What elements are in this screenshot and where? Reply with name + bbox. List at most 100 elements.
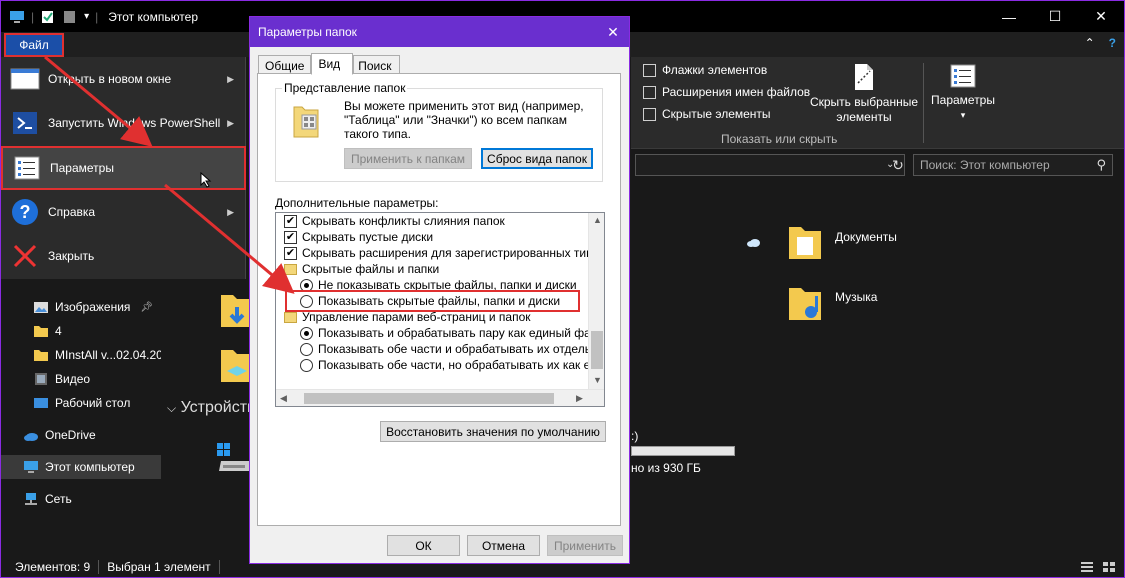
reset-folders-button[interactable]: Сброс вида папок [481, 148, 593, 169]
music-folder-icon[interactable] [787, 284, 823, 324]
documents-folder-icon[interactable] [787, 223, 823, 263]
radio-button[interactable] [300, 342, 313, 356]
mouse-cursor-icon [200, 172, 212, 188]
tree-item-hide-extensions[interactable]: ✔ Скрывать расширения для зарегистрирован… [284, 245, 604, 261]
nav-item-minstall[interactable]: MInstAll v...02.04.201 [1, 343, 161, 367]
scroll-left-icon[interactable]: ◀ [280, 393, 287, 404]
close-x-icon [13, 244, 37, 268]
folder-icon [284, 311, 297, 323]
selected-count: Выбран 1 элемент [107, 560, 211, 574]
folder-views-group: Представление папок Вы можете применить … [275, 81, 603, 182]
checkbox[interactable] [643, 63, 656, 77]
folder-icon [34, 350, 48, 361]
large-icons-view-icon[interactable] [1102, 561, 1116, 573]
menu-open-new-window[interactable]: Открыть в новом окне ▶ [1, 57, 246, 101]
scroll-down-icon[interactable]: ▼ [593, 375, 602, 385]
parameters-button[interactable]: Параметры ▾ [929, 63, 997, 123]
properties-icon[interactable] [40, 10, 56, 24]
checkbox-label: Флажки элементов [662, 63, 768, 77]
advanced-settings-label: Дополнительные параметры: [275, 196, 439, 210]
vertical-scrollbar[interactable]: ▲ ▼ [588, 213, 604, 390]
status-separator [98, 560, 100, 574]
close-button[interactable]: ✕ [1078, 1, 1124, 32]
apply-button[interactable]: Применить [547, 535, 623, 556]
nav-item-folder-4[interactable]: 4 [1, 319, 161, 343]
ribbon-view-panel: Флажки элементов Расширения имен файлов … [631, 57, 1124, 149]
nav-item-pictures[interactable]: Изображения 📌︎ [1, 295, 161, 319]
powershell-icon [13, 112, 37, 134]
tree-item-show-both-separately[interactable]: Показывать обе части и обрабатывать их о… [300, 341, 604, 357]
hide-selected-label-2: элементы [836, 110, 892, 124]
dialog-close-button[interactable]: ✕ [597, 17, 629, 47]
menu-item-label: Параметры [50, 161, 114, 175]
nav-item-video[interactable]: Видео [1, 367, 161, 391]
address-bar[interactable]: ⌄ [635, 154, 905, 176]
collapse-ribbon-icon[interactable]: ⌃ [1085, 36, 1095, 50]
ok-button[interactable]: ОК [387, 535, 460, 556]
dialog-title: Параметры папок [258, 25, 357, 39]
item-checkboxes-option[interactable]: Флажки элементов [643, 63, 767, 77]
restore-defaults-button[interactable]: Восстановить значения по умолчанию [380, 421, 606, 442]
scroll-up-icon[interactable]: ▲ [593, 215, 602, 225]
nav-item-onedrive[interactable]: OneDrive [1, 423, 161, 447]
hide-selected-button[interactable]: Скрыть выбранные элементы [809, 63, 919, 125]
hidden-items-option[interactable]: Скрытые элементы [643, 107, 771, 121]
group-description: Вы можете применить этот вид (например, … [344, 99, 584, 141]
chevron-down-icon: ⌵ [167, 401, 177, 415]
search-icon[interactable]: ⚲ [1096, 157, 1106, 173]
scroll-right-icon[interactable]: ▶ [576, 393, 583, 404]
new-folder-icon[interactable] [62, 10, 78, 24]
customize-toolbar-icon[interactable]: ▾ [84, 11, 89, 22]
menu-help[interactable]: ? Справка ▶ [1, 190, 246, 234]
tree-item-show-both-as-single[interactable]: Показывать обе части, но обрабатывать их… [300, 357, 604, 373]
nav-item-this-pc[interactable]: Этот компьютер [1, 455, 161, 479]
details-view-icon[interactable] [1080, 561, 1094, 573]
radio-button[interactable] [300, 326, 313, 340]
tab-general[interactable]: Общие [258, 55, 312, 75]
scroll-thumb[interactable] [304, 393, 554, 404]
scroll-thumb[interactable] [591, 331, 603, 369]
checkbox[interactable]: ✔ [284, 246, 297, 260]
file-tab[interactable]: Файл [4, 33, 64, 57]
help-icon[interactable]: ? [1109, 36, 1116, 50]
minimize-button[interactable]: — [986, 1, 1032, 32]
refresh-icon[interactable]: ↻ [887, 154, 909, 176]
checkbox[interactable] [643, 85, 656, 99]
cancel-button[interactable]: Отмена [467, 535, 540, 556]
file-extensions-option[interactable]: Расширения имен файлов [643, 85, 810, 99]
documents-label[interactable]: Документы [835, 230, 897, 244]
tree-item-hide-merge-conflicts[interactable]: ✔ Скрывать конфликты слияния папок [284, 213, 505, 229]
tree-item-hide-empty-drives[interactable]: ✔ Скрывать пустые диски [284, 229, 433, 245]
system-drive-icon[interactable] [215, 441, 253, 475]
menu-powershell[interactable]: Запустить Windows PowerShell ▶ [1, 101, 246, 145]
horizontal-scrollbar[interactable]: ◀ ▶ [276, 389, 604, 406]
nav-item-network[interactable]: Сеть [1, 487, 161, 511]
menu-parameters[interactable]: Параметры [1, 146, 246, 190]
music-label[interactable]: Музыка [835, 290, 877, 304]
devices-section-header[interactable]: ⌵ Устройств [167, 399, 256, 417]
parameters-label: Параметры [931, 93, 995, 107]
tree-item-show-as-single[interactable]: Показывать и обрабатывать пару как едины… [300, 325, 604, 341]
navigation-pane: Изображения 📌︎ 4 MInstAll v...02.04.201 … [1, 291, 161, 553]
checkbox[interactable]: ✔ [284, 230, 297, 244]
video-icon [35, 373, 47, 385]
maximize-button[interactable]: ☐ [1032, 1, 1078, 32]
pin-icon[interactable]: 📌︎ [140, 302, 153, 313]
drive-label: :) [631, 429, 639, 443]
pictures-icon [34, 302, 48, 313]
apply-to-folders-button[interactable]: Применить к папкам [344, 148, 472, 169]
annotation-highlight-box [285, 290, 580, 312]
search-input[interactable]: Поиск: Этот компьютер ⚲ [913, 154, 1113, 176]
radio-button[interactable] [300, 358, 313, 372]
cloud-icon [24, 433, 38, 441]
checkbox[interactable]: ✔ [284, 214, 297, 228]
checkbox[interactable] [643, 107, 656, 121]
nav-item-desktop[interactable]: Рабочий стол [1, 391, 161, 415]
tree-group-hidden-files: Скрытые файлы и папки [284, 261, 439, 277]
tab-search[interactable]: Поиск [353, 55, 401, 75]
computer-icon[interactable] [9, 10, 25, 24]
tab-view[interactable]: Вид [311, 53, 354, 75]
menu-item-label: Запустить Windows PowerShell [48, 116, 221, 130]
menu-close[interactable]: Закрыть [1, 234, 246, 278]
items-count: Элементов: 9 [15, 560, 91, 574]
